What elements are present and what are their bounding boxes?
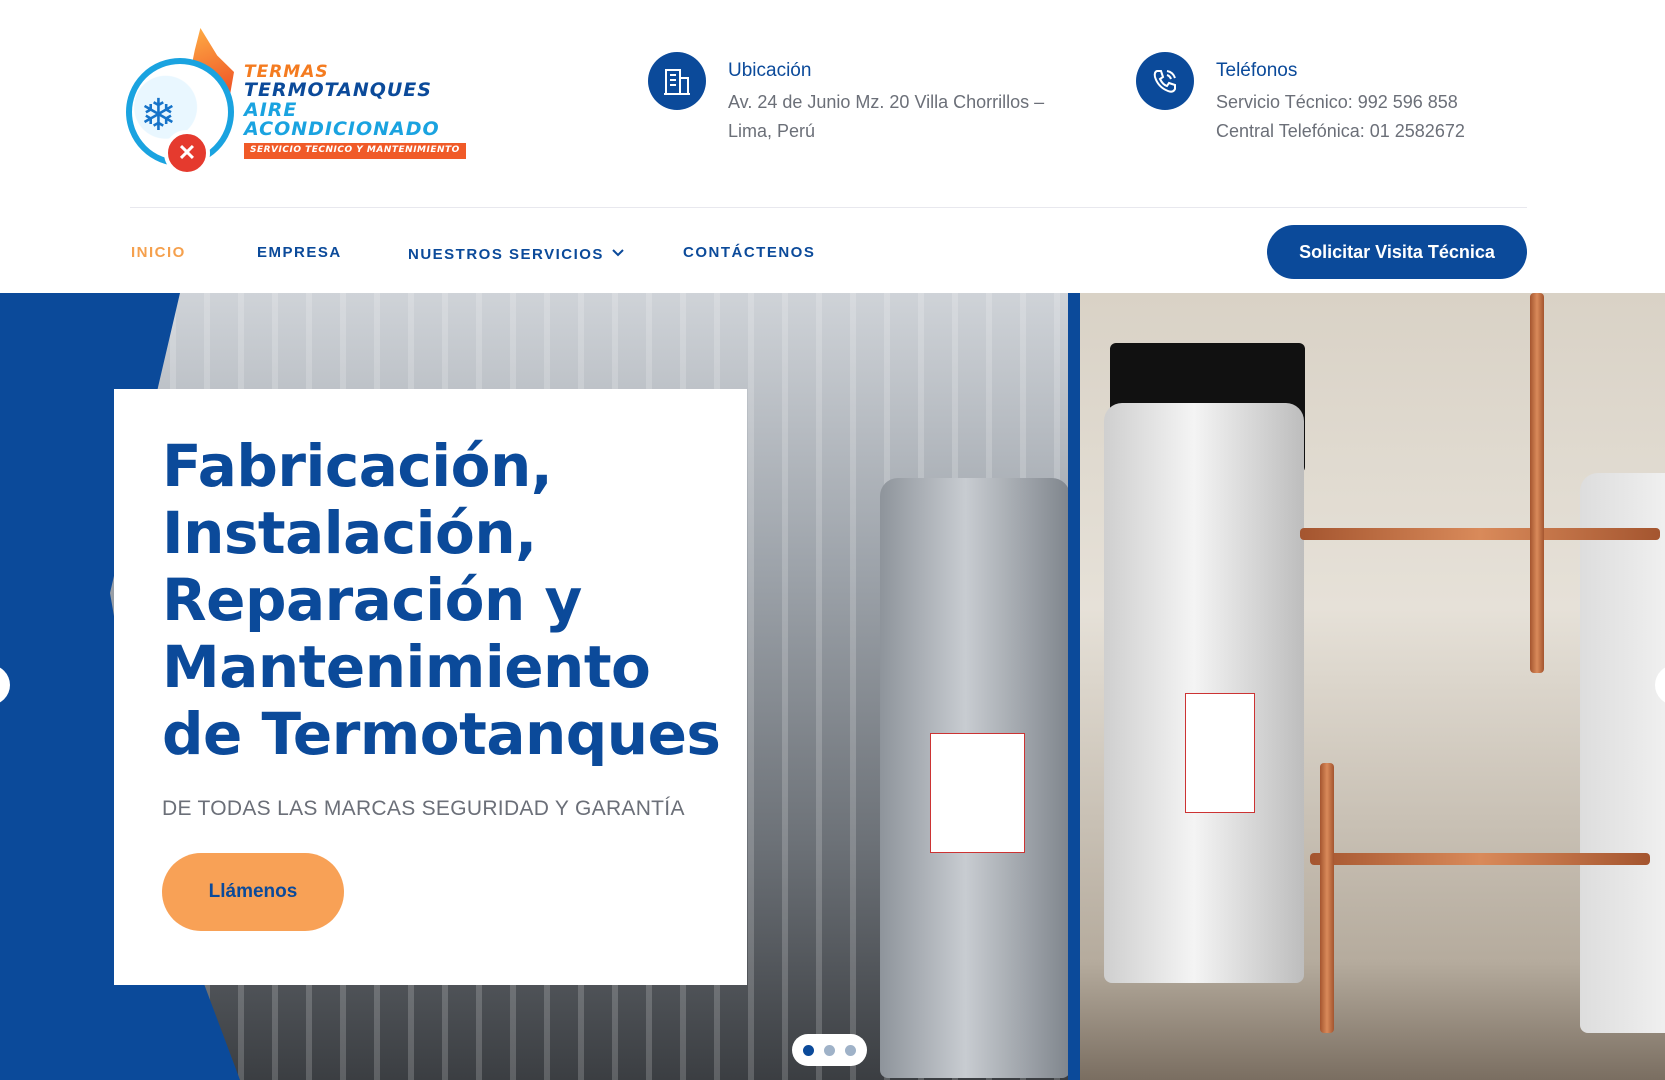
- phone-icon[interactable]: [1136, 52, 1194, 110]
- copper-pipe: [1310, 853, 1650, 865]
- slider-dot-2[interactable]: [824, 1044, 835, 1056]
- site-logo[interactable]: ❄ ✕ TERMAS TERMOTANQUES AIRE ACONDICIONA…: [126, 28, 496, 176]
- slider-pagination: [792, 1034, 867, 1066]
- water-heater-image: [1580, 473, 1665, 1033]
- request-visit-button[interactable]: Solicitar Visita Técnica: [1267, 225, 1527, 279]
- copper-pipe: [1300, 528, 1660, 540]
- location-title: Ubicación: [728, 60, 812, 81]
- nav-item-nuestros-servicios-label: NUESTROS SERVICIOS: [408, 246, 604, 263]
- hero-title: Fabricación, Instalación, Reparación y M…: [162, 432, 721, 768]
- logo-text: TERMAS TERMOTANQUES AIRE ACONDICIONADO S…: [244, 63, 496, 159]
- warning-label: [930, 733, 1025, 853]
- tools-icon: ✕: [164, 130, 210, 176]
- call-button[interactable]: Llámenos: [162, 853, 344, 931]
- nav-item-inicio[interactable]: INICIO: [131, 244, 186, 261]
- copper-pipe: [1530, 293, 1544, 673]
- photo-separator: [1068, 293, 1080, 1080]
- warning-label: [1185, 693, 1255, 813]
- chevron-down-icon: [612, 244, 624, 261]
- nav-item-empresa[interactable]: EMPRESA: [257, 244, 342, 261]
- hero-card: Fabricación, Instalación, Reparación y M…: [114, 389, 747, 985]
- snowflake-icon: ❄: [140, 91, 177, 140]
- nav-item-nuestros-servicios[interactable]: NUESTROS SERVICIOS: [408, 244, 624, 263]
- hero-slider: Fabricación, Instalación, Reparación y M…: [0, 293, 1665, 1080]
- phone-service[interactable]: Servicio Técnico: 992 596 858: [1216, 92, 1458, 113]
- logo-line-3: AIRE ACONDICIONADO: [244, 98, 440, 141]
- header-divider: [130, 207, 1527, 208]
- copper-pipe: [1320, 763, 1334, 1033]
- location-line-1: Av. 24 de Junio Mz. 20 Villa Chorrillos …: [728, 92, 1045, 112]
- nav-item-contactenos[interactable]: CONTÁCTENOS: [683, 244, 815, 261]
- building-icon: [648, 52, 706, 110]
- location-line-2: Lima, Perú: [728, 121, 816, 141]
- slider-dot-1[interactable]: [803, 1044, 814, 1056]
- hero-subtitle: DE TODAS LAS MARCAS SEGURIDAD Y GARANTÍA: [162, 797, 685, 820]
- logo-line-2: TERMOTANQUES: [244, 79, 432, 102]
- phone-central[interactable]: Central Telefónica: 01 2582672: [1216, 121, 1465, 142]
- phones-title: Teléfonos: [1216, 60, 1298, 81]
- logo-line-4: SERVICIO TECNICO Y MANTENIMIENTO: [244, 143, 466, 159]
- slider-dot-3[interactable]: [845, 1044, 856, 1056]
